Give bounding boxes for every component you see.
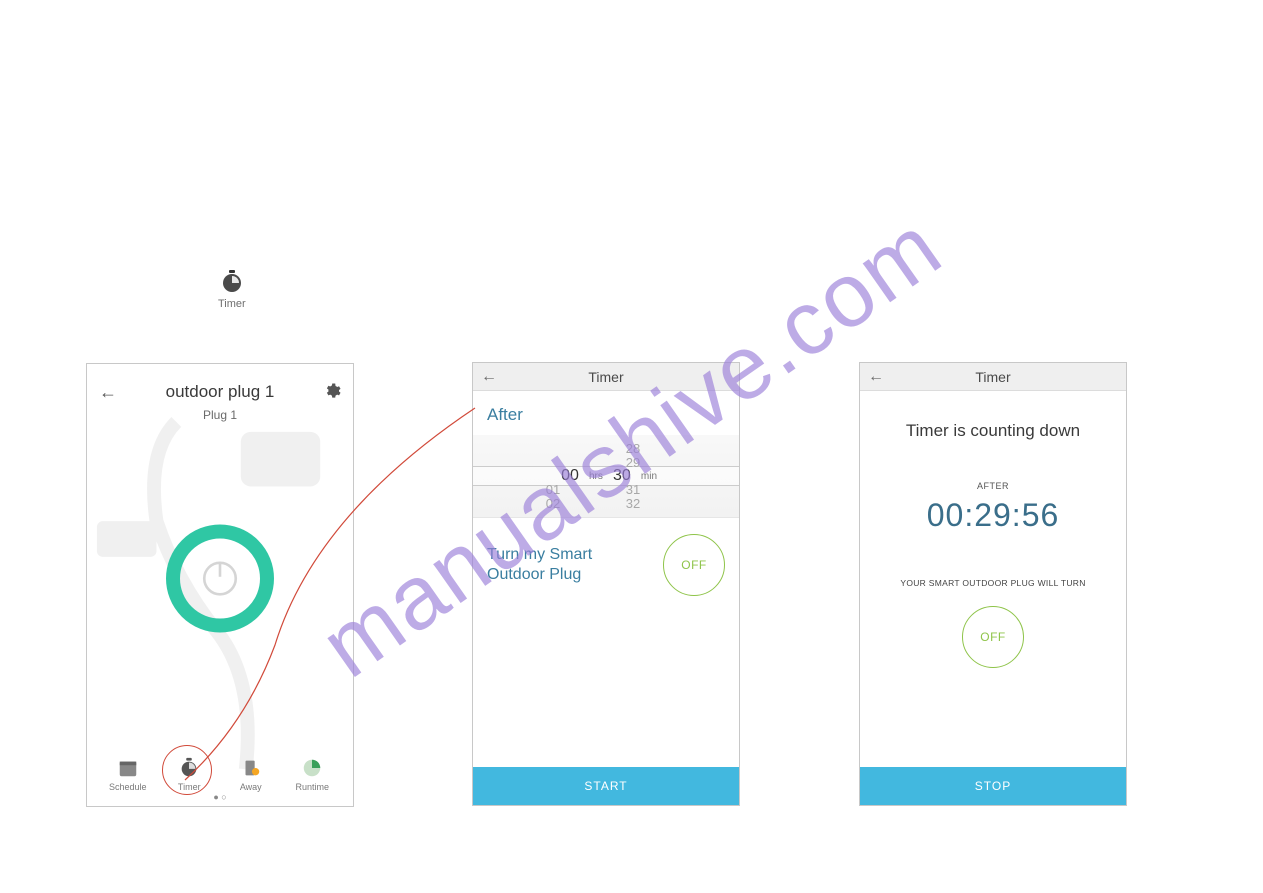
toggle-off-button[interactable]: OFF [663,534,725,596]
start-button[interactable]: START [473,767,739,805]
screen-title: Timer [588,369,623,385]
tab-label: Timer [178,782,201,792]
after-label: AFTER [860,481,1126,491]
power-button[interactable] [166,525,274,633]
away-icon [240,757,262,779]
device-subtitle: Plug 1 [87,408,353,422]
power-icon [199,558,241,600]
screen-device-home: ← outdoor plug 1 Plug 1 Schedule Timer A… [86,363,354,807]
piechart-icon [301,757,323,779]
state-off-indicator[interactable]: OFF [962,606,1024,668]
countdown-time: 00:29:56 [860,497,1126,534]
tab-away[interactable]: Away [226,757,276,792]
screen-timer-setup: ← Timer After 28 29 00 hrs 30 min 01 31 … [472,362,740,806]
stop-button[interactable]: STOP [860,767,1126,805]
tab-timer[interactable]: Timer [164,757,214,792]
page-dots: ● ○ [87,792,353,802]
tab-label: Away [240,782,262,792]
countdown-caption: YOUR SMART OUTDOOR PLUG WILL TURN [860,578,1126,588]
back-icon[interactable]: ← [481,368,497,386]
hrs-value: 00 [555,467,585,485]
calendar-icon [117,757,139,779]
timer-icon-label: Timer [218,298,246,310]
stopwatch-icon [221,270,243,294]
tab-runtime[interactable]: Runtime [287,757,337,792]
after-label: After [473,391,739,435]
tab-label: Schedule [109,782,147,792]
min-unit: min [641,471,657,482]
timer-icon-indicator: Timer [218,270,246,310]
back-icon[interactable]: ← [868,368,884,386]
tab-label: Runtime [295,782,329,792]
tab-schedule[interactable]: Schedule [103,757,153,792]
countdown-heading: Timer is counting down [860,421,1126,441]
back-icon[interactable]: ← [99,382,117,403]
screen-title: Timer [975,369,1010,385]
screen-timer-countdown: ← Timer Timer is counting down AFTER 00:… [859,362,1127,806]
action-text: Turn my Smart Outdoor Plug [487,545,592,585]
stopwatch-icon [178,757,200,779]
settings-icon[interactable] [323,382,341,405]
min-value: 30 [607,467,637,485]
hrs-unit: hrs [589,471,603,482]
device-title: outdoor plug 1 [87,382,353,402]
time-picker[interactable]: 28 29 00 hrs 30 min 01 31 02 32 [473,435,739,517]
